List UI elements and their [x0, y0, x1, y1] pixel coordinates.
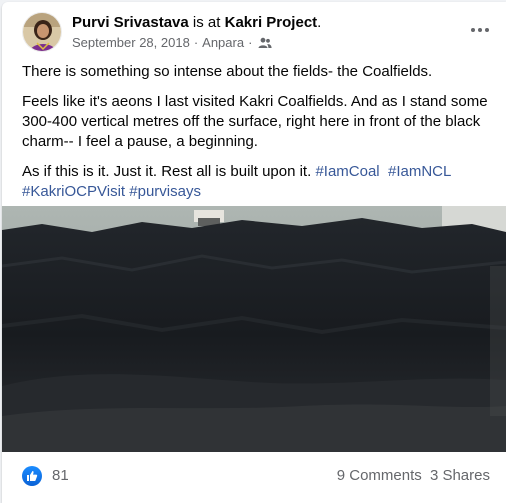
post-paragraph-3: As if this is it. Just it. Rest all is b…: [22, 162, 492, 202]
shares-count[interactable]: 3 Shares: [430, 467, 490, 484]
post-paragraph-1: There is something so intense about the …: [22, 63, 433, 80]
author-avatar[interactable]: [22, 12, 62, 52]
author-line: Purvi Srivastava is at Kakri Project.: [72, 13, 321, 33]
more-dot: [478, 28, 482, 32]
post-paragraph-2: Feels like it's aeons I last visited Kak…: [22, 93, 488, 150]
post-location[interactable]: Anpara: [202, 35, 244, 51]
post-card: Purvi Srivastava is at Kakri Project. Se…: [2, 2, 506, 503]
more-dot: [485, 28, 489, 32]
reaction-count[interactable]: 81: [52, 467, 69, 485]
hashtag-link[interactable]: #purvisays: [129, 183, 201, 200]
place-link[interactable]: Kakri Project: [225, 14, 318, 31]
meta-separator: ·: [193, 35, 199, 50]
is-at-text: is at: [188, 14, 225, 31]
post-paragraph-3-text: As if this is it. Just it. Rest all is b…: [22, 163, 316, 180]
hashtag-link[interactable]: #IamNCL: [388, 163, 451, 180]
post-text: There is something so intense about the …: [22, 62, 492, 212]
post-date[interactable]: September 28, 2018: [72, 35, 190, 51]
meta-separator-2: ·: [248, 35, 253, 50]
place-suffix: .: [317, 14, 322, 31]
post-header: Purvi Srivastava is at Kakri Project. Se…: [2, 2, 506, 58]
more-dot: [471, 28, 475, 32]
author-name[interactable]: Purvi Srivastava: [72, 14, 189, 31]
hashtag-link[interactable]: #KakriOCPVisit: [22, 183, 125, 200]
more-options-icon[interactable]: [466, 18, 494, 42]
hashtag-link[interactable]: #IamCoal: [315, 163, 379, 180]
post-meta: September 28, 2018 · Anpara ·: [72, 35, 273, 51]
post-photo[interactable]: [2, 206, 506, 452]
post-footer: 81 9 Comments 3 Shares: [2, 458, 506, 498]
comments-count[interactable]: 9 Comments: [337, 467, 422, 484]
engagement-stats: 9 Comments 3 Shares: [337, 467, 490, 485]
like-icon[interactable]: [22, 466, 42, 486]
friends-icon[interactable]: [258, 37, 273, 49]
